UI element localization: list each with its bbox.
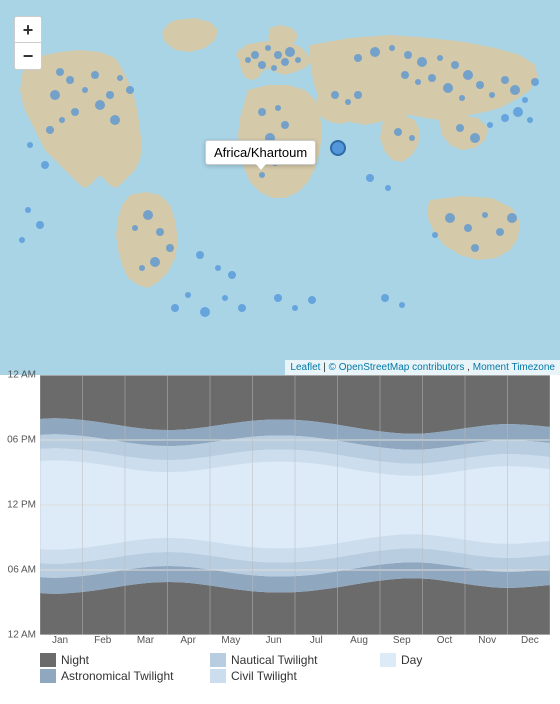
civil-swatch <box>210 669 226 683</box>
legend-astronomical: Astronomical Twilight <box>40 669 210 683</box>
x-label-may: May <box>211 635 251 646</box>
twilight-chart <box>40 375 550 635</box>
civil-label: Civil Twilight <box>231 669 297 683</box>
zoom-in-button[interactable]: + <box>15 17 41 43</box>
x-label-jun: Jun <box>254 635 294 646</box>
night-swatch <box>40 653 56 667</box>
x-axis-labels: Jan Feb Mar Apr May Jun Jul Aug Sep Oct … <box>40 635 550 646</box>
zoom-out-button[interactable]: − <box>15 43 41 69</box>
map-zoom-controls: + − <box>14 16 42 70</box>
y-axis-labels: 12 AM 06 PM 12 PM 06 AM 12 AM <box>0 375 40 635</box>
x-label-oct: Oct <box>424 635 464 646</box>
chart-section: 12 AM 06 PM 12 PM 06 AM 12 AM <box>0 375 560 704</box>
leaflet-link[interactable]: Leaflet <box>290 362 320 373</box>
x-label-mar: Mar <box>125 635 165 646</box>
y-label-12am-top: 12 AM <box>8 370 36 381</box>
world-map <box>0 0 560 375</box>
moment-link[interactable]: Moment Timezone <box>473 362 555 373</box>
legend-night: Night <box>40 653 210 667</box>
map-tooltip: Africa/Khartoum <box>205 140 316 165</box>
legend-nautical: Nautical Twilight <box>210 653 380 667</box>
map-container[interactable]: + − Africa/Khartoum Leaflet | © OpenStre… <box>0 0 560 375</box>
y-label-12pm: 12 PM <box>7 500 36 511</box>
y-label-6am: 06 AM <box>8 565 36 576</box>
chart-legend: Night Nautical Twilight Day Astronomical… <box>40 653 550 683</box>
x-label-dec: Dec <box>510 635 550 646</box>
x-label-sep: Sep <box>382 635 422 646</box>
nautical-label: Nautical Twilight <box>231 653 317 667</box>
x-label-feb: Feb <box>83 635 123 646</box>
tooltip-text: Africa/Khartoum <box>214 145 307 160</box>
astronomical-label: Astronomical Twilight <box>61 669 174 683</box>
astronomical-swatch <box>40 669 56 683</box>
legend-day: Day <box>380 653 550 667</box>
x-label-nov: Nov <box>467 635 507 646</box>
y-label-12am-bot: 12 AM <box>8 630 36 641</box>
y-label-6pm: 06 PM <box>7 435 36 446</box>
x-label-aug: Aug <box>339 635 379 646</box>
x-label-jul: Jul <box>296 635 336 646</box>
day-swatch <box>380 653 396 667</box>
osm-link[interactable]: © OpenStreetMap contributors <box>329 362 465 373</box>
day-label: Day <box>401 653 422 667</box>
x-label-apr: Apr <box>168 635 208 646</box>
map-attribution: Leaflet | © OpenStreetMap contributors ,… <box>285 360 560 375</box>
chart-area <box>40 375 550 635</box>
nautical-swatch <box>210 653 226 667</box>
legend-civil: Civil Twilight <box>210 669 380 683</box>
night-label: Night <box>61 653 89 667</box>
x-label-jan: Jan <box>40 635 80 646</box>
